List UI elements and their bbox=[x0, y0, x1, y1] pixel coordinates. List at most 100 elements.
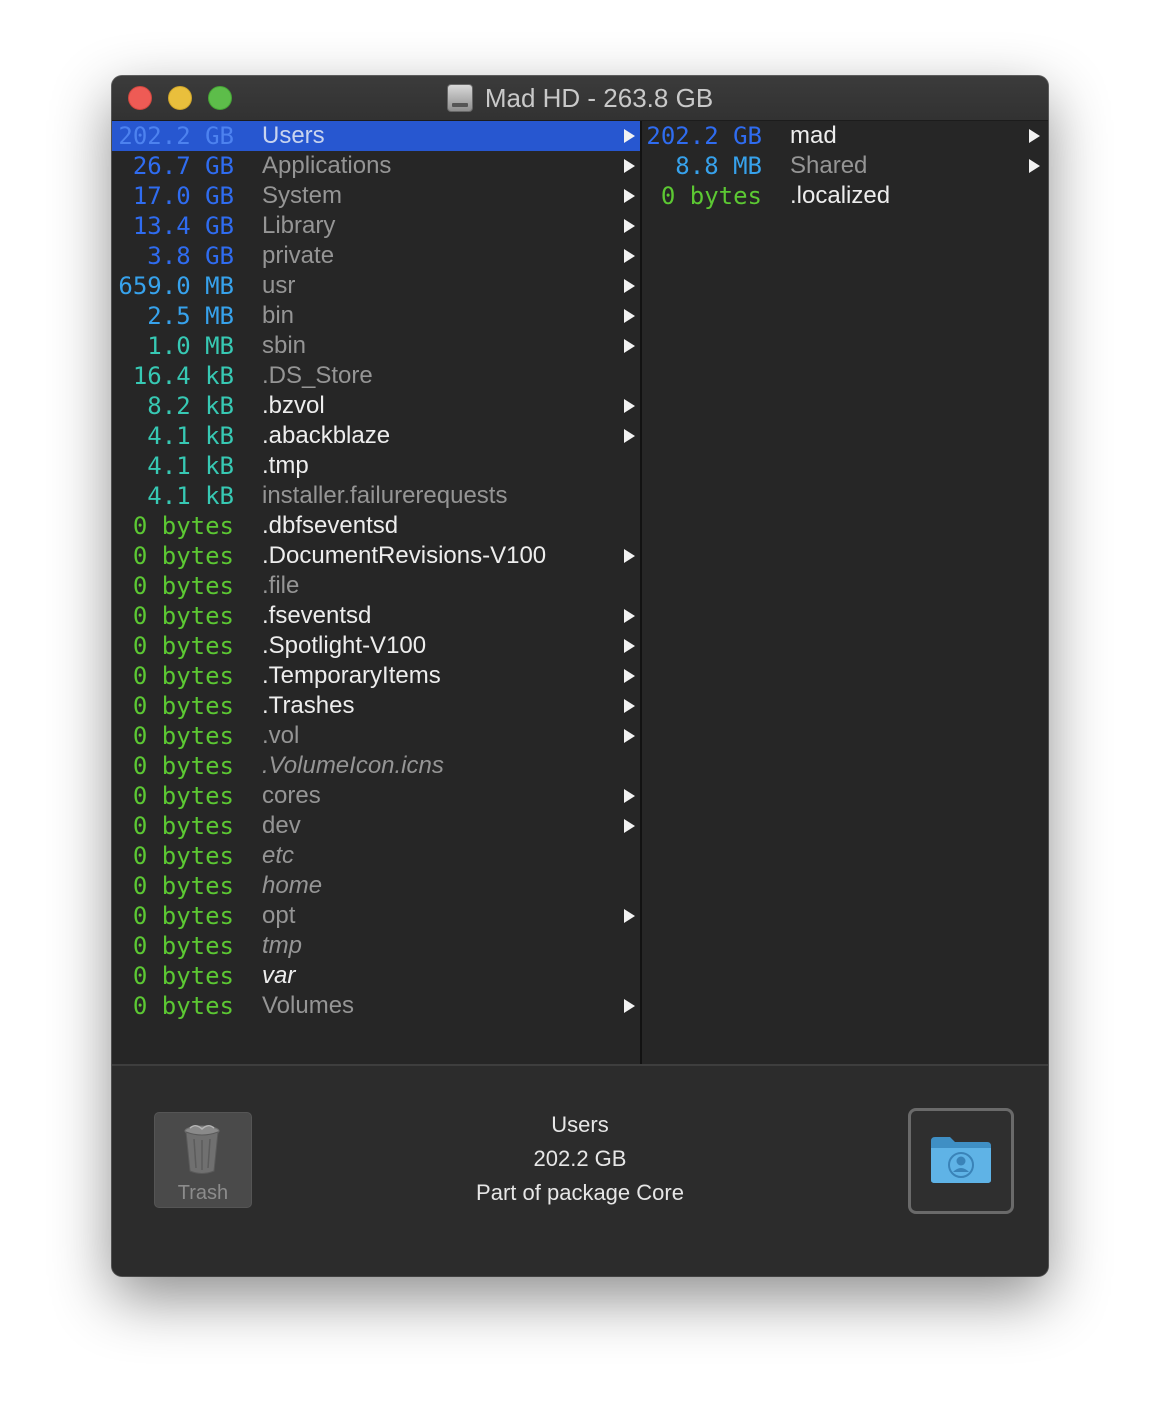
root-item-row[interactable]: 0 bytes cores bbox=[112, 781, 640, 811]
root-item-row[interactable]: 0 bytes tmp bbox=[112, 931, 640, 961]
disclosure-arrow-icon[interactable] bbox=[624, 249, 635, 263]
disclosure-arrow-icon[interactable] bbox=[624, 999, 635, 1013]
info-size: 202.2 GB bbox=[533, 1146, 627, 1171]
disclosure-arrow-icon[interactable] bbox=[624, 399, 635, 413]
item-name: mad bbox=[790, 122, 837, 149]
item-size: 4.1 kB bbox=[147, 452, 234, 480]
column-users[interactable]: 202.2 GB mad 8.8 MB Shared 0 bytes .localized bbox=[642, 121, 1048, 1064]
disclosure-arrow-icon[interactable] bbox=[624, 189, 635, 203]
item-name: System bbox=[262, 182, 343, 209]
root-item-row[interactable]: 0 bytes .DocumentRevisions-V100 bbox=[112, 541, 640, 571]
item-name: .VolumeIcon.icns bbox=[262, 752, 444, 779]
item-name: private bbox=[262, 242, 335, 269]
item-size: 0 bytes bbox=[132, 722, 234, 750]
item-size: 0 bytes bbox=[132, 902, 234, 930]
root-item-row[interactable]: 0 bytes .dbfseventsd bbox=[112, 511, 640, 541]
disclosure-arrow-icon[interactable] bbox=[624, 309, 635, 323]
column-root[interactable]: 202.2 GB Users 26.7 GB Applications 17.0 GB S… bbox=[112, 121, 642, 1064]
title-bar: Mad HD - 263.8 GB bbox=[112, 76, 1048, 121]
item-size: 4.1 kB bbox=[147, 482, 234, 510]
root-item-row[interactable]: 16.4 kB .DS_Store bbox=[112, 361, 640, 391]
window-title-area: Mad HD - 263.8 GB bbox=[112, 76, 1048, 120]
disclosure-arrow-icon[interactable] bbox=[624, 819, 635, 833]
root-item-row[interactable]: 0 bytes opt bbox=[112, 901, 640, 931]
disclosure-arrow-icon[interactable] bbox=[624, 789, 635, 803]
item-name: .tmp bbox=[262, 452, 309, 479]
disclosure-arrow-icon[interactable] bbox=[624, 129, 635, 143]
root-item-row[interactable]: 659.0 MB usr bbox=[112, 271, 640, 301]
item-name: .fseventsd bbox=[262, 602, 372, 629]
item-size: 0 bytes bbox=[132, 812, 234, 840]
item-name: Shared bbox=[790, 152, 868, 179]
disclosure-arrow-icon[interactable] bbox=[624, 699, 635, 713]
root-item-row[interactable]: 202.2 GB Users bbox=[112, 121, 640, 151]
item-size: 1.0 MB bbox=[147, 332, 234, 360]
root-item-row[interactable]: 26.7 GB Applications bbox=[112, 151, 640, 181]
trash-label: Trash bbox=[177, 1182, 229, 1204]
item-name: usr bbox=[262, 272, 296, 299]
root-item-row[interactable]: 4.1 kB installer.failurerequests bbox=[112, 481, 640, 511]
item-name: .DocumentRevisions-V100 bbox=[262, 542, 547, 569]
root-item-row[interactable]: 13.4 GB Library bbox=[112, 211, 640, 241]
users-item-row[interactable]: 8.8 MB Shared bbox=[642, 151, 1048, 181]
root-item-row[interactable]: 0 bytes var bbox=[112, 961, 640, 991]
item-name: cores bbox=[262, 782, 321, 809]
root-item-row[interactable]: 0 bytes .Trashes bbox=[112, 691, 640, 721]
disclosure-arrow-icon[interactable] bbox=[624, 909, 635, 923]
column-browser: 202.2 GB Users 26.7 GB Applications 17.0 GB S… bbox=[112, 121, 1048, 1064]
item-size: 0 bytes bbox=[132, 542, 234, 570]
root-item-row[interactable]: 0 bytes .vol bbox=[112, 721, 640, 751]
root-item-row[interactable]: 0 bytes home bbox=[112, 871, 640, 901]
disclosure-arrow-icon[interactable] bbox=[624, 219, 635, 233]
root-item-row[interactable]: 1.0 MB sbin bbox=[112, 331, 640, 361]
root-item-row[interactable]: 8.2 kB .bzvol bbox=[112, 391, 640, 421]
root-item-row[interactable]: 4.1 kB .tmp bbox=[112, 451, 640, 481]
item-name: .DS_Store bbox=[262, 362, 373, 389]
item-size: 0 bytes bbox=[132, 782, 234, 810]
root-item-row[interactable]: 0 bytes .TemporaryItems bbox=[112, 661, 640, 691]
item-name: .vol bbox=[262, 722, 300, 749]
root-item-row[interactable]: 0 bytes .Spotlight-V100 bbox=[112, 631, 640, 661]
root-item-row[interactable]: 4.1 kB .abackblaze bbox=[112, 421, 640, 451]
disclosure-arrow-icon[interactable] bbox=[624, 429, 635, 443]
disclosure-arrow-icon[interactable] bbox=[624, 669, 635, 683]
users-item-row[interactable]: 0 bytes .localized bbox=[642, 181, 1048, 211]
item-size: 2.5 MB bbox=[147, 302, 234, 330]
item-name: .file bbox=[262, 572, 300, 599]
users-item-row[interactable]: 202.2 GB mad bbox=[642, 121, 1048, 151]
item-size: 0 bytes bbox=[132, 692, 234, 720]
root-item-row[interactable]: 17.0 GB System bbox=[112, 181, 640, 211]
item-size: 8.8 MB bbox=[675, 152, 762, 180]
root-item-row[interactable]: 0 bytes dev bbox=[112, 811, 640, 841]
selection-info: Users 202.2 GB Part of package Core bbox=[380, 1108, 780, 1210]
disclosure-arrow-icon[interactable] bbox=[1029, 159, 1040, 173]
root-item-row[interactable]: 0 bytes .VolumeIcon.icns bbox=[112, 751, 640, 781]
disclosure-arrow-icon[interactable] bbox=[1029, 129, 1040, 143]
reveal-folder-button[interactable] bbox=[908, 1108, 1014, 1214]
root-item-row[interactable]: 0 bytes Volumes bbox=[112, 991, 640, 1021]
root-item-row[interactable]: 0 bytes .fseventsd bbox=[112, 601, 640, 631]
disclosure-arrow-icon[interactable] bbox=[624, 279, 635, 293]
item-name: .Spotlight-V100 bbox=[262, 632, 427, 659]
item-size: 16.4 kB bbox=[132, 362, 234, 390]
item-size: 0 bytes bbox=[132, 662, 234, 690]
item-name: .Trashes bbox=[262, 692, 355, 719]
trash-button[interactable]: Trash bbox=[154, 1112, 252, 1208]
disclosure-arrow-icon[interactable] bbox=[624, 729, 635, 743]
disclosure-arrow-icon[interactable] bbox=[624, 159, 635, 173]
info-name: Users bbox=[551, 1112, 609, 1137]
disclosure-arrow-icon[interactable] bbox=[624, 549, 635, 563]
item-size: 659.0 MB bbox=[118, 272, 234, 300]
root-item-row[interactable]: 3.8 GB private bbox=[112, 241, 640, 271]
root-item-row[interactable]: 0 bytes .file bbox=[112, 571, 640, 601]
disclosure-arrow-icon[interactable] bbox=[624, 609, 635, 623]
item-size: 0 bytes bbox=[132, 602, 234, 630]
root-item-row[interactable]: 2.5 MB bin bbox=[112, 301, 640, 331]
disclosure-arrow-icon[interactable] bbox=[624, 339, 635, 353]
item-size: 4.1 kB bbox=[147, 422, 234, 450]
item-size: 17.0 GB bbox=[132, 182, 234, 210]
root-item-row[interactable]: 0 bytes etc bbox=[112, 841, 640, 871]
item-size: 8.2 kB bbox=[147, 392, 234, 420]
item-name: .dbfseventsd bbox=[262, 512, 399, 539]
disclosure-arrow-icon[interactable] bbox=[624, 639, 635, 653]
